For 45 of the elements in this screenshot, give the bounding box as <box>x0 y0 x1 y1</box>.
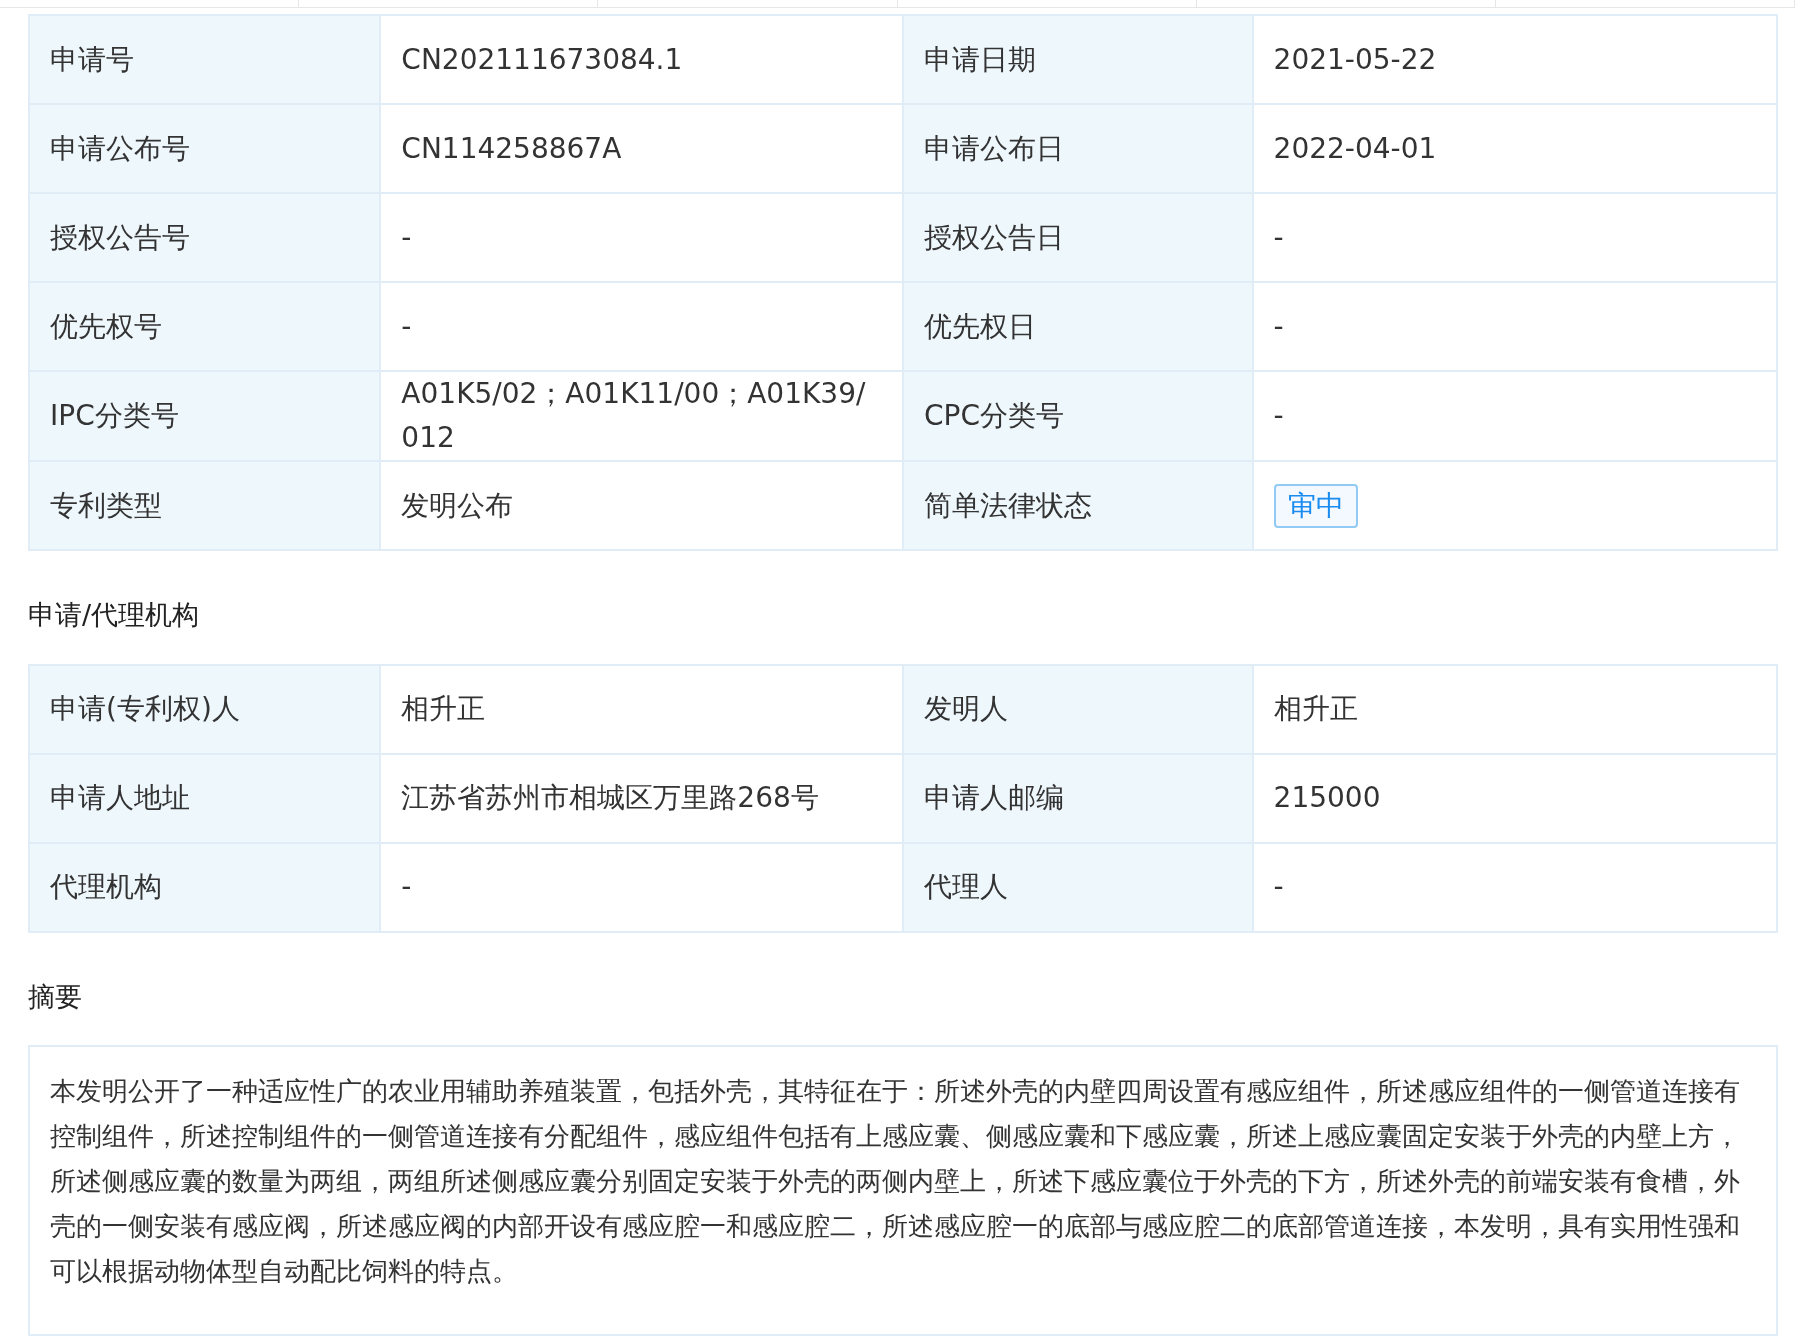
field-label: 申请(专利权)人 <box>29 664 381 754</box>
field-value: 215000 <box>1252 753 1777 843</box>
field-value: - <box>1252 842 1777 932</box>
field-label: 申请号 <box>29 15 381 104</box>
field-value: 2022-04-01 <box>1252 104 1777 193</box>
section-title: 申请/代理机构 <box>28 598 201 632</box>
field-label: 代理机构 <box>29 842 381 932</box>
field-value: - <box>1252 371 1777 461</box>
field-label: CPC分类号 <box>903 371 1253 461</box>
field-value: - <box>380 193 903 282</box>
field-value: - <box>380 842 903 932</box>
tab[interactable] <box>1196 0 1496 8</box>
field-value: A01K5/02；A01K11/00；A01K39/012 <box>380 371 903 461</box>
field-value: - <box>380 282 903 371</box>
field-label: 申请日期 <box>903 15 1253 104</box>
field-label: 授权公告日 <box>903 193 1253 282</box>
tab[interactable] <box>299 0 599 8</box>
field-value: CN114258867A <box>380 104 903 193</box>
field-label: 申请公布号 <box>29 104 381 193</box>
field-value: 江苏省苏州市相城区万里路268号 <box>380 753 903 843</box>
tab[interactable] <box>897 0 1197 8</box>
field-value: 发明公布 <box>380 461 903 550</box>
field-label: 申请公布日 <box>903 104 1253 193</box>
field-value: - <box>1252 193 1777 282</box>
field-label: 简单法律状态 <box>903 461 1253 550</box>
abstract-text: 本发明公开了一种适应性广的农业用辅助养殖装置，包括外壳，其特征在于：所述外壳的内壁四周设置有感应组件，所述感应组件的一侧管道连接有控制组件，所述控制组件的一侧管道连接有分配组件，感应组件包括有上感应囊、侧感应囊和下感应囊，所述上感应囊固定安装于外壳的内壁上方，所述侧感应囊的数量为两组，两组所述侧感应囊分别固定安装于外壳的两侧内壁上，所述下感应囊位于外壳的下方，所述外壳的前端安装有食槽，外壳的一侧安装有感应阀，所述感应阀的内部开设有感应腔一和感应腔二，所述感应腔一的底部与感应腔二的底部管道连接，本发明，具有实用性强和可以根据动物体型自动配比饲料的特点。 <box>28 1045 1778 1336</box>
tab[interactable] <box>1495 0 1795 8</box>
field-value: 相升正 <box>1252 664 1777 754</box>
field-label: 授权公告号 <box>29 193 381 282</box>
field-value: - <box>1252 282 1777 371</box>
field-label: 申请人地址 <box>29 753 381 843</box>
tab[interactable] <box>0 0 300 8</box>
field-label: 申请人邮编 <box>903 753 1253 843</box>
field-value: 2021-05-22 <box>1252 15 1777 104</box>
field-value: 相升正 <box>380 664 903 754</box>
section-title: 摘要 <box>28 979 83 1014</box>
field-label: IPC分类号 <box>29 371 381 461</box>
status-tag: 审中 <box>1273 483 1358 528</box>
field-label: 优先权号 <box>29 282 381 371</box>
field-value: CN202111673084.1 <box>380 15 903 104</box>
field-label: 专利类型 <box>29 461 381 550</box>
tab[interactable] <box>598 0 898 8</box>
field-label: 优先权日 <box>903 282 1253 371</box>
field-label: 代理人 <box>903 842 1253 932</box>
field-label: 发明人 <box>903 664 1253 754</box>
